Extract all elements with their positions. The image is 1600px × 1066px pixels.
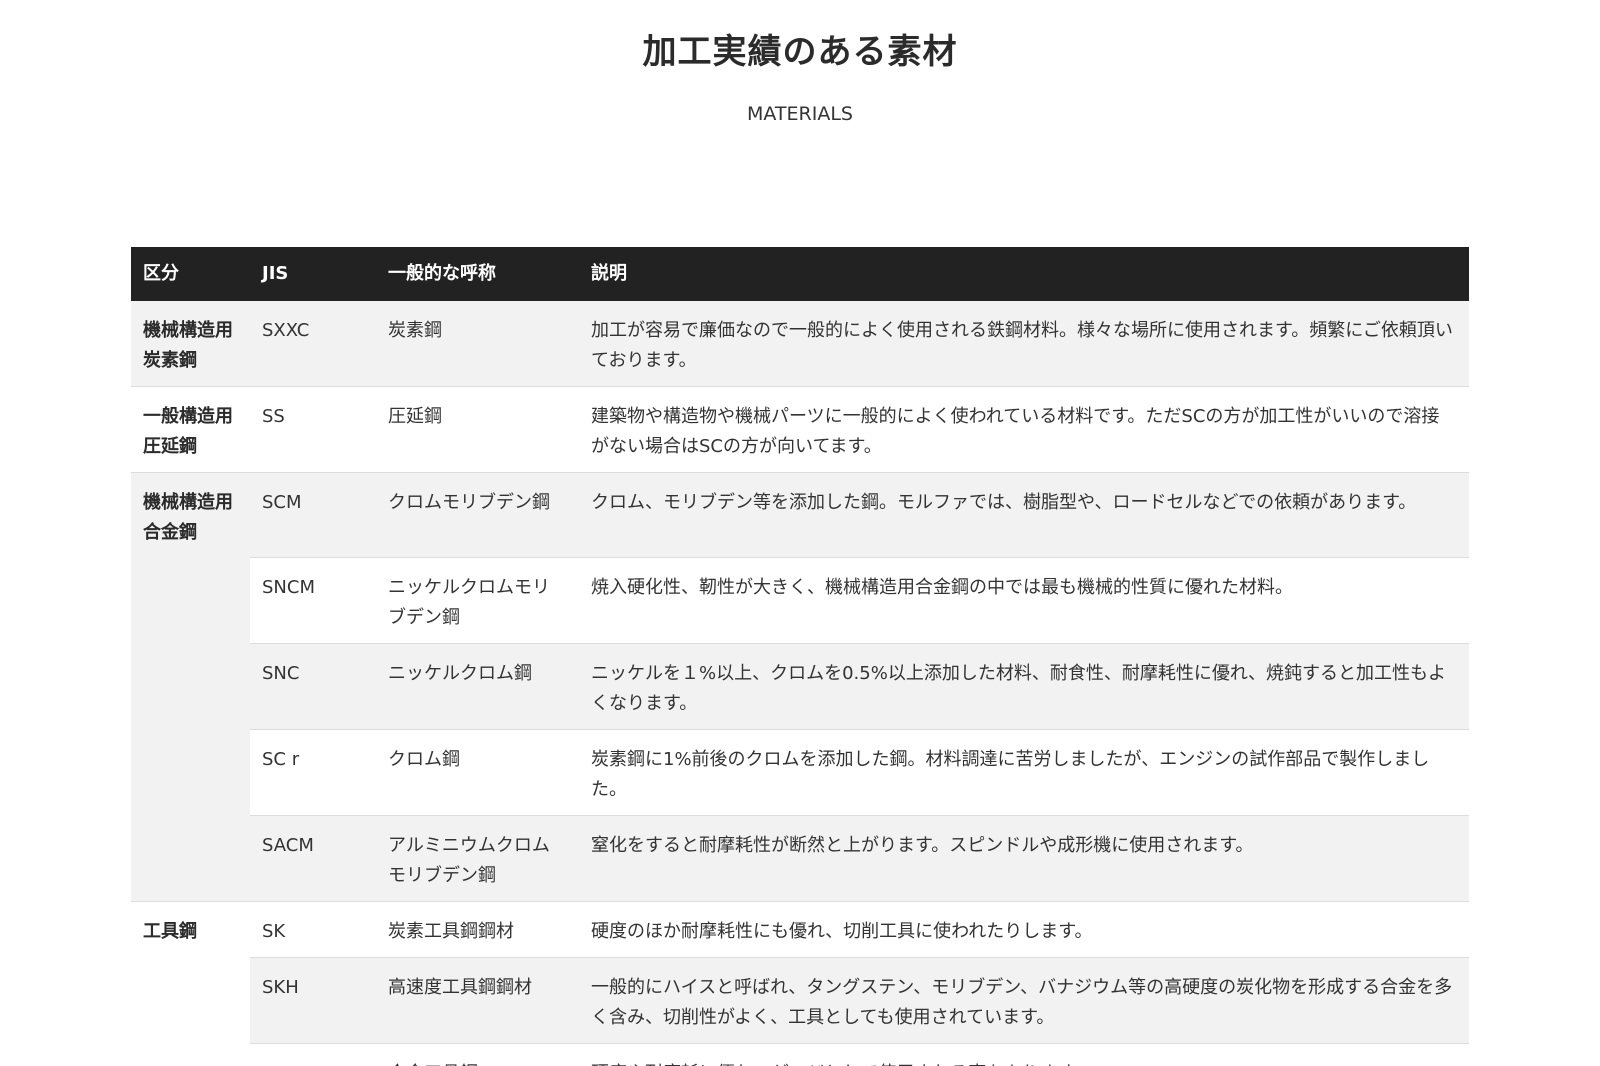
table-row: SNCM ニッケルクロムモリブデン鋼 焼入硬化性、靭性が大きく、機械構造用合金鋼… xyxy=(131,557,1469,644)
jis-cell: SXXC xyxy=(250,301,376,387)
table-row: SNC ニッケルクロム鋼 ニッケルを１%以上、クロムを0.5%以上添加した材料、… xyxy=(131,643,1469,730)
category-cell: 機械構造用合金鋼 xyxy=(131,472,250,902)
description-cell: 炭素鋼に1%前後のクロムを添加した鋼。材料調達に苦労しましたが、エンジンの試作部… xyxy=(579,729,1469,816)
table-row: SKH 高速度工具鋼鋼材 一般的にハイスと呼ばれ、タングステン、モリブデン、バナ… xyxy=(131,957,1469,1044)
common-name-cell: 炭素工具鋼鋼材 xyxy=(376,901,579,958)
jis-cell: SACM xyxy=(250,815,376,902)
table-row: SKS 合金工具鋼 硬度や耐摩耗に優れ、ゲージとして使用される事もあります。 xyxy=(131,1043,1469,1066)
header-common-name: 一般的な呼称 xyxy=(376,247,579,301)
jis-cell: SKS xyxy=(250,1043,376,1066)
page-title: 加工実績のある素材 xyxy=(642,32,958,72)
jis-cell: SNCM xyxy=(250,557,376,644)
page: 加工実績のある素材 MATERIALS 区分 JIS 一般的な呼称 説明 機械構… xyxy=(0,0,1600,1066)
table-row: 機械構造用炭素鋼 SXXC 炭素鋼 加工が容易で廉価なので一般的によく使用される… xyxy=(131,301,1469,387)
table-header: 区分 JIS 一般的な呼称 説明 xyxy=(131,247,1469,301)
common-name-cell: 圧延鋼 xyxy=(376,386,579,473)
materials-table: 区分 JIS 一般的な呼称 説明 機械構造用炭素鋼 SXXC 炭素鋼 加工が容易… xyxy=(131,247,1469,1066)
description-cell: クロム、モリブデン等を添加した鋼。モルファでは、樹脂型や、ロードセルなどでの依頼… xyxy=(579,472,1469,558)
description-cell: 加工が容易で廉価なので一般的によく使用される鉄鋼材料。様々な場所に使用されます。… xyxy=(579,301,1469,387)
description-cell: 建築物や構造物や機械パーツに一般的によく使われている材料です。ただSCの方が加工… xyxy=(579,386,1469,473)
common-name-cell: 合金工具鋼 xyxy=(376,1043,579,1066)
common-name-cell: 炭素鋼 xyxy=(376,301,579,387)
table-row: SACM アルミニウムクロムモリブデン鋼 窒化をすると耐摩耗性が断然と上がります… xyxy=(131,815,1469,902)
common-name-cell: クロム鋼 xyxy=(376,729,579,816)
common-name-cell: 高速度工具鋼鋼材 xyxy=(376,957,579,1044)
table-row: SC r クロム鋼 炭素鋼に1%前後のクロムを添加した鋼。材料調達に苦労しました… xyxy=(131,729,1469,816)
jis-cell: SCM xyxy=(250,472,376,558)
common-name-cell: ニッケルクロム鋼 xyxy=(376,643,579,730)
jis-cell: SK xyxy=(250,901,376,958)
table-row: 工具鋼 SK 炭素工具鋼鋼材 硬度のほか耐摩耗性にも優れ、切削工具に使われたりし… xyxy=(131,901,1469,1066)
header-category: 区分 xyxy=(131,247,250,301)
table-row: 機械構造用合金鋼 SCM クロムモリブデン鋼 クロム、モリブデン等を添加した鋼。… xyxy=(131,472,1469,902)
description-cell: 一般的にハイスと呼ばれ、タングステン、モリブデン、バナジウム等の高硬度の炭化物を… xyxy=(579,957,1469,1044)
common-name-cell: アルミニウムクロムモリブデン鋼 xyxy=(376,815,579,902)
jis-cell: SKH xyxy=(250,957,376,1044)
jis-cell: SNC xyxy=(250,643,376,730)
header-jis: JIS xyxy=(250,247,376,301)
category-cell: 一般構造用圧延鋼 xyxy=(131,386,250,473)
description-cell: 焼入硬化性、靭性が大きく、機械構造用合金鋼の中では最も機械的性質に優れた材料。 xyxy=(579,557,1469,644)
description-cell: ニッケルを１%以上、クロムを0.5%以上添加した材料、耐食性、耐摩耗性に優れ、焼… xyxy=(579,643,1469,730)
description-cell: 窒化をすると耐摩耗性が断然と上がります。スピンドルや成形機に使用されます。 xyxy=(579,815,1469,902)
header-description: 説明 xyxy=(579,247,1469,301)
table-body: 機械構造用炭素鋼 SXXC 炭素鋼 加工が容易で廉価なので一般的によく使用される… xyxy=(131,301,1469,1066)
category-cell: 機械構造用炭素鋼 xyxy=(131,301,250,387)
jis-cell: SS xyxy=(250,386,376,473)
category-cell: 工具鋼 xyxy=(131,901,250,1066)
description-cell: 硬度や耐摩耗に優れ、ゲージとして使用される事もあります。 xyxy=(579,1043,1469,1066)
description-cell: 硬度のほか耐摩耗性にも優れ、切削工具に使われたりします。 xyxy=(579,901,1469,958)
common-name-cell: クロムモリブデン鋼 xyxy=(376,472,579,558)
page-subtitle: MATERIALS xyxy=(747,103,853,125)
jis-cell: SC r xyxy=(250,729,376,816)
header-row: 区分 JIS 一般的な呼称 説明 xyxy=(131,247,1469,301)
table-row: 一般構造用圧延鋼 SS 圧延鋼 建築物や構造物や機械パーツに一般的によく使われて… xyxy=(131,386,1469,473)
common-name-cell: ニッケルクロムモリブデン鋼 xyxy=(376,557,579,644)
